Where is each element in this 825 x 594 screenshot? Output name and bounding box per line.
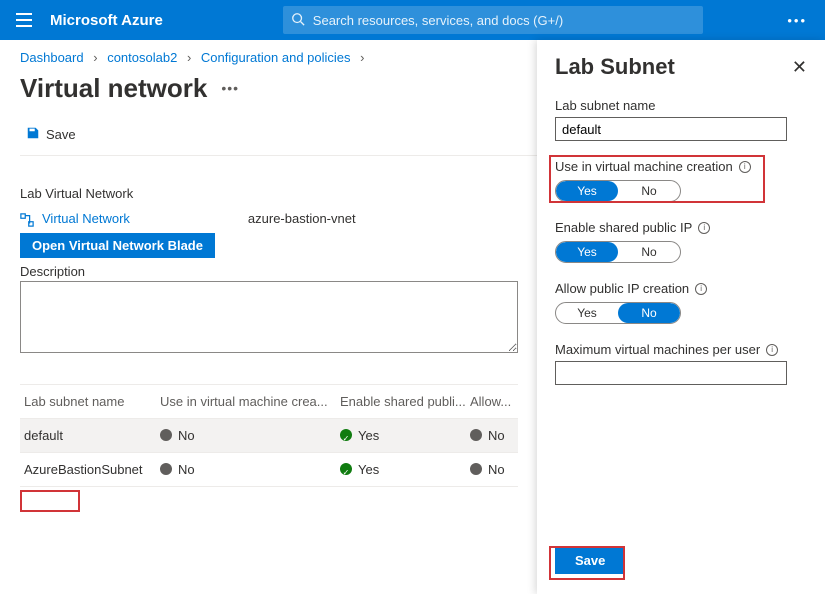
cell-text: Yes [358, 428, 379, 443]
description-input[interactable] [20, 281, 518, 353]
table-row[interactable]: default No ✓ Yes No [20, 419, 518, 453]
save-button-label: Save [46, 127, 76, 142]
vnet-link-label[interactable]: Virtual Network [42, 211, 130, 226]
allow-ip-label-text: Allow public IP creation [555, 281, 689, 296]
shared-ip-yes[interactable]: Yes [556, 242, 618, 262]
lab-subnet-panel: Lab Subnet ✕ Lab subnet name Use in virt… [537, 40, 825, 594]
info-icon[interactable]: i [698, 222, 710, 234]
status-icon-no [160, 463, 172, 475]
col-use-vm[interactable]: Use in virtual machine crea... [160, 394, 340, 409]
status-icon-no [470, 429, 482, 441]
table-cell: ✓ Yes [340, 462, 470, 477]
page-title-overflow-icon[interactable]: ••• [221, 80, 239, 96]
field-max-vm: Maximum virtual machines per user i [555, 342, 807, 385]
cell-subnet-name: AzureBastionSubnet [20, 462, 160, 477]
status-icon-yes: ✓ [340, 429, 352, 441]
max-vm-label-text: Maximum virtual machines per user [555, 342, 760, 357]
field-use-vm: Use in virtual machine creation i Yes No [555, 159, 807, 202]
use-vm-label-text: Use in virtual machine creation [555, 159, 733, 174]
col-shared-ip[interactable]: Enable shared publi... [340, 394, 470, 409]
panel-save-button[interactable]: Save [555, 547, 625, 574]
shared-ip-label-text: Enable shared public IP [555, 220, 692, 235]
cell-text: No [178, 462, 195, 477]
status-icon-no [470, 463, 482, 475]
info-icon[interactable]: i [695, 283, 707, 295]
status-icon-yes: ✓ [340, 463, 352, 475]
cell-text: No [178, 428, 195, 443]
search-wrap [283, 6, 703, 34]
hamburger-menu-icon[interactable] [10, 6, 38, 34]
allow-ip-yes[interactable]: Yes [556, 303, 618, 323]
breadcrumb-dashboard[interactable]: Dashboard [20, 50, 84, 65]
shared-ip-toggle[interactable]: Yes No [555, 241, 681, 263]
breadcrumb-sep: › [187, 50, 191, 65]
breadcrumb-lab[interactable]: contosolab2 [107, 50, 177, 65]
table-cell: No [470, 462, 518, 477]
table-cell: No [160, 462, 340, 477]
global-search-input[interactable] [283, 6, 703, 34]
field-shared-ip: Enable shared public IP i Yes No [555, 220, 807, 263]
open-vnet-blade-button[interactable]: Open Virtual Network Blade [20, 233, 215, 258]
cell-subnet-name: default [20, 428, 160, 443]
max-vm-label: Maximum virtual machines per user i [555, 342, 807, 357]
use-vm-label: Use in virtual machine creation i [555, 159, 807, 174]
vnet-link-icon [20, 211, 34, 227]
allow-ip-label: Allow public IP creation i [555, 281, 807, 296]
save-button[interactable]: Save [20, 122, 82, 147]
col-allow[interactable]: Allow... [470, 394, 518, 409]
info-icon[interactable]: i [739, 161, 751, 173]
top-bar: Microsoft Azure ••• [0, 0, 825, 40]
use-vm-yes[interactable]: Yes [556, 181, 618, 201]
shared-ip-no[interactable]: No [618, 242, 680, 262]
field-subnet-name: Lab subnet name [555, 98, 807, 141]
table-row[interactable]: AzureBastionSubnet No ✓ Yes No [20, 453, 518, 487]
table-cell: No [160, 428, 340, 443]
field-allow-ip: Allow public IP creation i Yes No [555, 281, 807, 324]
panel-head: Lab Subnet ✕ [555, 54, 807, 80]
breadcrumb-sep: › [93, 50, 97, 65]
subnet-table: Lab subnet name Use in virtual machine c… [20, 384, 518, 487]
col-subnet-name[interactable]: Lab subnet name [20, 394, 160, 409]
page-title: Virtual network [20, 73, 207, 104]
use-vm-toggle[interactable]: Yes No [555, 180, 681, 202]
breadcrumb-sep: › [360, 50, 364, 65]
use-vm-no[interactable]: No [618, 181, 680, 201]
highlight-default-row [20, 490, 80, 512]
cell-text: No [488, 462, 505, 477]
shared-ip-label: Enable shared public IP i [555, 220, 807, 235]
table-cell: No [470, 428, 518, 443]
max-vm-input[interactable] [555, 361, 787, 385]
status-icon-no [160, 429, 172, 441]
subnet-name-label: Lab subnet name [555, 98, 807, 113]
info-icon[interactable]: i [766, 344, 778, 356]
allow-ip-no[interactable]: No [618, 303, 680, 323]
breadcrumb-config[interactable]: Configuration and policies [201, 50, 351, 65]
allow-ip-toggle[interactable]: Yes No [555, 302, 681, 324]
top-overflow-icon[interactable]: ••• [787, 13, 807, 28]
cell-text: Yes [358, 462, 379, 477]
vnet-value: azure-bastion-vnet [248, 211, 356, 226]
save-icon [26, 126, 40, 143]
cell-text: No [488, 428, 505, 443]
search-icon [291, 12, 305, 29]
subnet-name-input[interactable] [555, 117, 787, 141]
brand-label: Microsoft Azure [50, 12, 163, 29]
table-head: Lab subnet name Use in virtual machine c… [20, 385, 518, 419]
table-cell: ✓ Yes [340, 428, 470, 443]
close-icon[interactable]: ✕ [792, 57, 807, 78]
panel-title: Lab Subnet [555, 54, 675, 80]
